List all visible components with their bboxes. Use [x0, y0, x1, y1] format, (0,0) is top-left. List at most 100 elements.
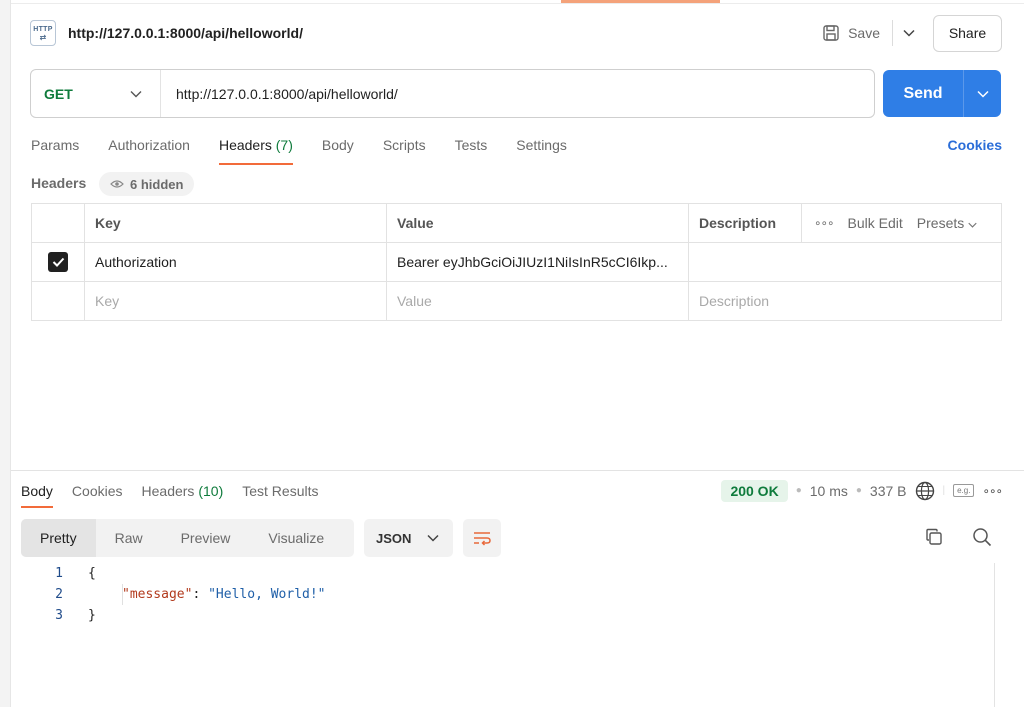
headers-table-header: Key Value Description ∘∘∘ Bulk Edit Pres… [32, 204, 1001, 243]
tab-headers-label: Headers [218, 137, 272, 153]
tab-settings[interactable]: Settings [516, 130, 567, 165]
empty-check-cell [32, 282, 85, 320]
tab-tests[interactable]: Tests [455, 130, 488, 165]
headers-section-label: Headers [31, 175, 87, 191]
line-number: 2 [55, 587, 63, 602]
response-format-bar: Pretty Raw Preview Visualize JSON [21, 519, 501, 557]
response-tab-headers[interactable]: Headers (10) [142, 473, 224, 508]
save-button[interactable]: Save [812, 17, 890, 49]
save-divider [892, 20, 893, 46]
language-label: JSON [376, 530, 412, 546]
checkbox-checked [48, 252, 68, 272]
tab-params[interactable]: Params [31, 130, 79, 165]
code-line: 1 { [21, 563, 994, 584]
status-badge[interactable]: 200 OK [721, 479, 788, 502]
separator-dot: ● [795, 485, 802, 496]
format-visualize[interactable]: Visualize [249, 519, 343, 557]
search-icon[interactable] [972, 527, 992, 547]
response-time[interactable]: 10 ms [810, 483, 848, 499]
response-body-editor[interactable]: 1 { 2 "message": "Hello, World!" 3 } [21, 563, 994, 707]
copy-icon[interactable] [925, 528, 943, 546]
column-key: Key [85, 204, 387, 242]
code-text: "message": "Hello, World!" [122, 587, 326, 602]
response-tab-body[interactable]: Body [21, 473, 53, 508]
send-button[interactable]: Send [883, 70, 963, 117]
more-options-icon[interactable]: ∘∘∘ [982, 484, 1003, 498]
new-key-input[interactable]: Key [85, 282, 387, 320]
tab-scripts[interactable]: Scripts [383, 130, 426, 165]
top-border [11, 3, 1024, 4]
response-tab-cookies[interactable]: Cookies [72, 473, 123, 508]
send-button-group: Send [883, 70, 1001, 117]
response-size[interactable]: 337 B [870, 483, 907, 499]
chevron-down-icon [903, 29, 915, 37]
tab-body[interactable]: Body [322, 130, 354, 165]
share-button[interactable]: Share [933, 14, 1002, 52]
json-key: "message" [122, 587, 193, 602]
format-segmented-control: Pretty Raw Preview Visualize [21, 519, 354, 557]
hidden-headers-label: 6 hidden [130, 176, 184, 192]
response-tab-test-results[interactable]: Test Results [242, 473, 318, 508]
hidden-headers-toggle[interactable]: 6 hidden [99, 172, 195, 196]
title-actions: Save Share [812, 14, 1002, 52]
table-tools: ∘∘∘ Bulk Edit Presets [802, 204, 1001, 242]
table-row-empty: Key Value Description [32, 282, 1001, 320]
response-headers-count: (10) [198, 483, 224, 499]
header-check-column [32, 204, 85, 242]
column-description: Description [689, 204, 802, 242]
line-number: 3 [55, 608, 63, 623]
language-select[interactable]: JSON [364, 519, 453, 557]
url-input[interactable] [161, 70, 874, 117]
chevron-down-icon [976, 90, 989, 98]
url-bar: GET [30, 69, 875, 118]
presets-dropdown[interactable]: Presets [917, 215, 977, 231]
more-options-icon[interactable]: ∘∘∘ [814, 216, 835, 230]
code-text: { [88, 566, 96, 581]
column-value: Value [387, 204, 689, 242]
response-tabs: Body Cookies Headers (10) Test Results 2… [21, 473, 1003, 508]
header-value-cell[interactable]: Bearer eyJhbGciOiJIUzI1NiIsInR5cCI6Ikp..… [387, 243, 689, 281]
method-label: GET [44, 85, 73, 102]
send-options-button[interactable] [963, 70, 1001, 117]
request-title[interactable]: http://127.0.0.1:8000/api/helloworld/ [68, 25, 303, 41]
header-description-cell[interactable] [689, 243, 1001, 281]
method-select[interactable]: GET [31, 70, 161, 117]
response-divider[interactable] [11, 470, 1024, 471]
editor-scrollbar[interactable] [994, 563, 995, 707]
eye-icon [110, 180, 124, 188]
http-icon-label: HTTP [33, 25, 53, 33]
new-value-input[interactable]: Value [387, 282, 689, 320]
cookies-link[interactable]: Cookies [948, 130, 1002, 153]
format-preview[interactable]: Preview [162, 519, 250, 557]
tab-authorization[interactable]: Authorization [108, 130, 190, 165]
format-pretty[interactable]: Pretty [21, 519, 96, 557]
chevron-down-icon [427, 534, 439, 542]
code-text: } [88, 608, 96, 623]
table-row: Authorization Bearer eyJhbGciOiJIUzI1NiI… [32, 243, 1001, 282]
chevron-down-icon [968, 222, 977, 228]
wrap-lines-button[interactable] [463, 519, 501, 557]
save-options-button[interactable] [895, 17, 923, 49]
line-number: 1 [55, 566, 63, 581]
globe-icon[interactable] [915, 481, 935, 501]
json-separator: : [192, 587, 209, 602]
row-enabled-checkbox[interactable] [32, 243, 85, 281]
tab-headers-count: (7) [275, 137, 293, 153]
check-icon [52, 257, 64, 267]
save-example-icon[interactable]: e.g. [953, 484, 975, 497]
format-raw[interactable]: Raw [96, 519, 162, 557]
request-tabs: Params Authorization Headers (7) Body Sc… [31, 130, 1002, 165]
wrap-lines-icon [474, 532, 491, 546]
new-description-input[interactable]: Description [689, 282, 1001, 320]
separator-dot: ● [855, 485, 862, 496]
header-key-cell[interactable]: Authorization [85, 243, 387, 281]
presets-label: Presets [916, 215, 965, 231]
bulk-edit-button[interactable]: Bulk Edit [848, 215, 903, 231]
json-string-value: "Hello, World!" [208, 587, 326, 602]
left-gutter [0, 0, 11, 707]
save-label: Save [848, 25, 880, 41]
response-tab-headers-label: Headers [141, 483, 195, 499]
divider: | [942, 485, 946, 496]
tab-headers[interactable]: Headers (7) [218, 130, 293, 165]
save-icon [823, 25, 839, 41]
